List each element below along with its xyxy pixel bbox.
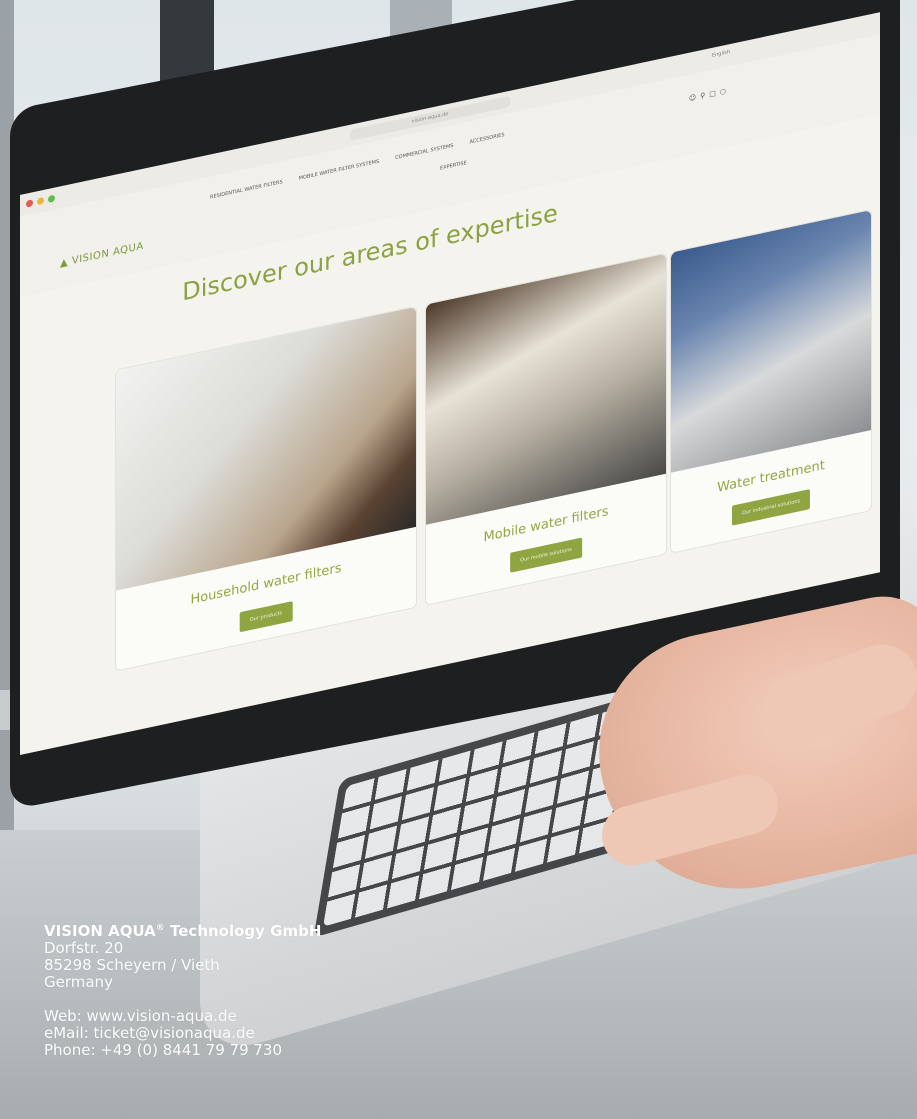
street: Dorfstr. 20 [44, 939, 124, 957]
email-link[interactable]: eMail: ticket@visionaqua.de [44, 1025, 321, 1042]
close-dot-icon[interactable] [26, 199, 33, 208]
company-name: VISION AQUA® Technology GmbH [44, 920, 321, 940]
user-icon[interactable]: ☺ [689, 92, 700, 102]
maximize-dot-icon[interactable] [48, 194, 55, 204]
country: Germany [44, 973, 113, 991]
menu-item-accessories[interactable]: ACCESSORIES [469, 132, 504, 145]
company-name-suffix: Technology GmbH [164, 922, 322, 940]
city: 85298 Scheyern / Vieth [44, 956, 220, 974]
card-image-plant [671, 210, 871, 473]
card-button[interactable]: Our products [239, 601, 293, 633]
company-address-block: VISION AQUA® Technology GmbH Dorfstr. 20… [44, 920, 321, 1059]
window-controls[interactable] [26, 194, 55, 208]
card-water-treatment[interactable]: Water treatment Our industrial solutions [670, 208, 872, 554]
card-image-motorhome [426, 253, 666, 525]
search-icon[interactable]: ⚲ [700, 90, 709, 100]
menu-icon[interactable]: ○ [720, 86, 730, 96]
menu-item-commercial[interactable]: COMMERCIAL SYSTEMS [395, 143, 453, 161]
card-button[interactable]: Our industrial solutions [731, 489, 811, 526]
menu-item-residential[interactable]: RESIDENTIAL WATER FILTERS [210, 179, 283, 200]
menu-item-expertise[interactable]: EXPERTISE [440, 160, 467, 172]
cart-icon[interactable]: □ [709, 88, 720, 98]
card-household[interactable]: Household water filters Our products [115, 305, 417, 672]
card-button[interactable]: Our mobile solutions [510, 537, 582, 573]
site-logo-text: VISION AQUA [71, 240, 144, 267]
menu-item-mobile[interactable]: MOBILE WATER FILTER SYSTEMS [299, 159, 380, 182]
web-link[interactable]: Web: www.vision-aqua.de [44, 1008, 321, 1025]
header-icons: ☺⚲□○ [689, 86, 730, 103]
company-name-main: VISION AQUA [44, 922, 156, 940]
card-image-kitchen [116, 306, 416, 591]
minimize-dot-icon[interactable] [37, 196, 44, 206]
card-mobile[interactable]: Mobile water filters Our mobile solution… [425, 252, 667, 606]
registered-mark: ® [155, 923, 165, 933]
phone-number: Phone: +49 (0) 8441 79 79 730 [44, 1041, 283, 1059]
language-selector[interactable]: English [712, 49, 730, 59]
site-logo[interactable]: ▲ VISION AQUA [60, 241, 144, 270]
